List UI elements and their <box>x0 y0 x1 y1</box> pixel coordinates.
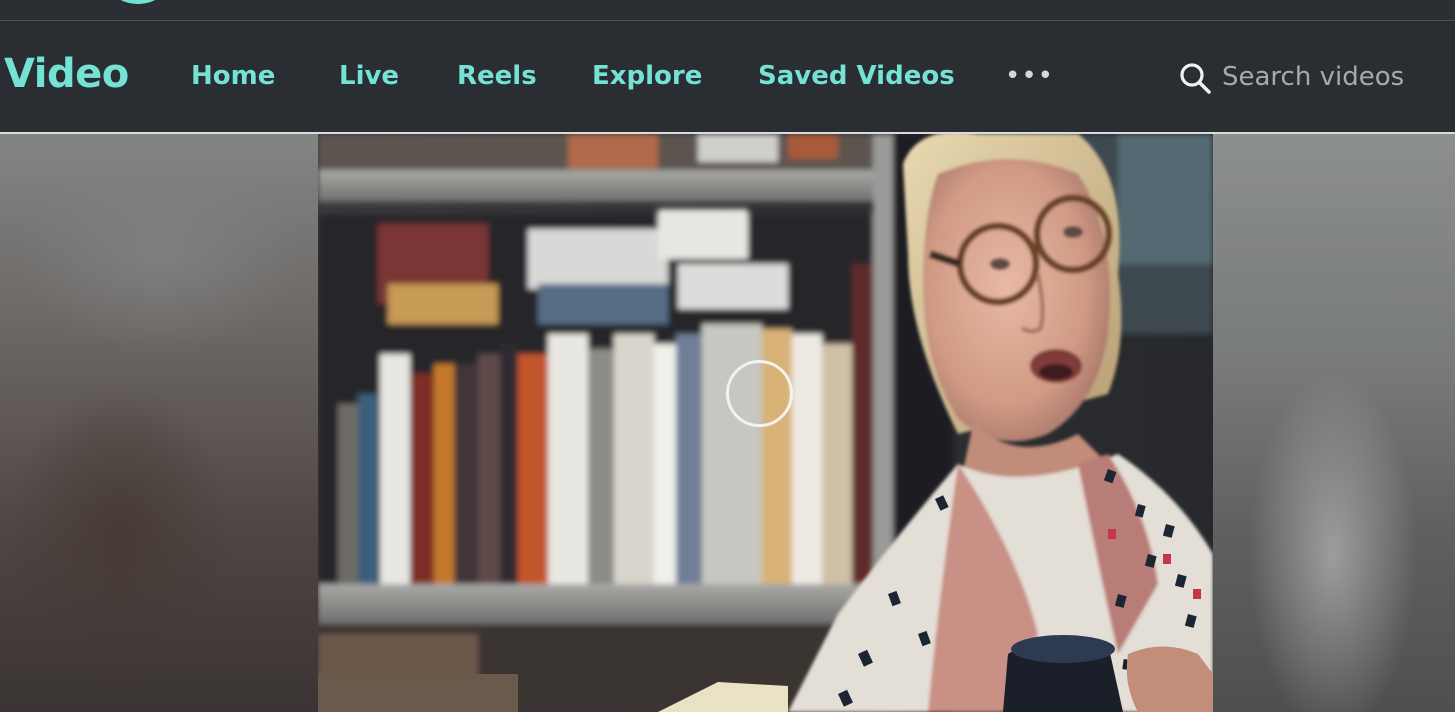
logo-icon <box>112 0 164 4</box>
video-player[interactable] <box>318 134 1213 712</box>
video-stage <box>0 134 1455 712</box>
search-input[interactable] <box>1222 57 1432 97</box>
nav-live[interactable]: Live <box>339 61 399 91</box>
nav-reels[interactable]: Reels <box>457 61 537 91</box>
blurred-background-left <box>0 134 318 712</box>
navigation-bar: Video Home Live Reels Explore Saved Vide… <box>0 21 1455 134</box>
brand-title[interactable]: Video <box>4 51 129 97</box>
top-bar-strip <box>0 0 1455 21</box>
search-icon[interactable] <box>1178 61 1212 95</box>
nav-saved-videos[interactable]: Saved Videos <box>758 61 955 91</box>
nav-home[interactable]: Home <box>191 61 275 91</box>
more-horizontal-icon[interactable]: ••• <box>1005 61 1054 91</box>
blurred-background-right <box>1213 134 1455 712</box>
nav-explore[interactable]: Explore <box>592 61 702 91</box>
search-bar[interactable] <box>1178 57 1438 97</box>
loading-spinner-icon <box>726 360 793 427</box>
